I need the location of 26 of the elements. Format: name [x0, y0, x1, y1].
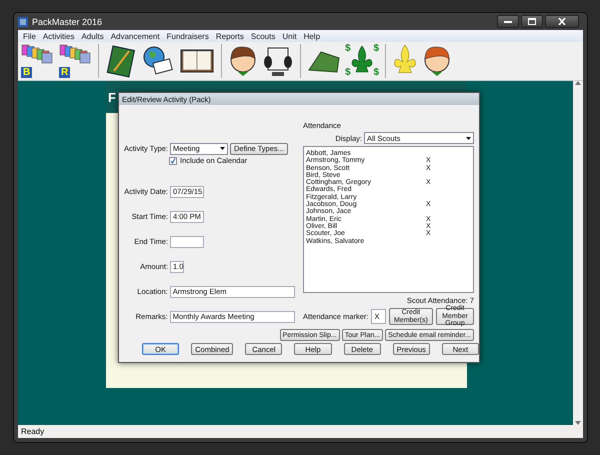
caret-icon [220, 147, 225, 150]
window-heading: F [108, 90, 116, 104]
menu-item[interactable]: File [23, 32, 36, 40]
menu-item[interactable]: Scouts [250, 32, 276, 40]
input-field[interactable] [170, 236, 204, 248]
scrollbar[interactable] [573, 81, 583, 425]
status-text: Ready [21, 427, 44, 436]
maximize-icon [528, 18, 536, 25]
menu-item[interactable]: Unit [282, 32, 297, 40]
avatar-icon[interactable] [422, 44, 452, 78]
menu-item[interactable]: Fundraisers [166, 32, 209, 40]
window-title: PackMaster 2016 [32, 16, 104, 26]
menu-item[interactable]: Reports [216, 32, 244, 40]
menu-item[interactable]: Help [304, 32, 320, 40]
close-icon [558, 18, 566, 25]
caret-icon [466, 136, 471, 140]
maximize-button[interactable] [521, 15, 543, 28]
menu-item[interactable]: Activities [42, 32, 74, 40]
menu-item[interactable]: Adults [81, 32, 104, 40]
checkbox[interactable] [169, 156, 177, 164]
close-button[interactable] [545, 15, 579, 28]
avatar-icon[interactable] [228, 44, 258, 78]
minimize-button[interactable] [497, 15, 519, 28]
menu-item[interactable]: Advancement [110, 32, 160, 40]
app-icon [18, 16, 28, 26]
minimize-icon [504, 20, 512, 22]
